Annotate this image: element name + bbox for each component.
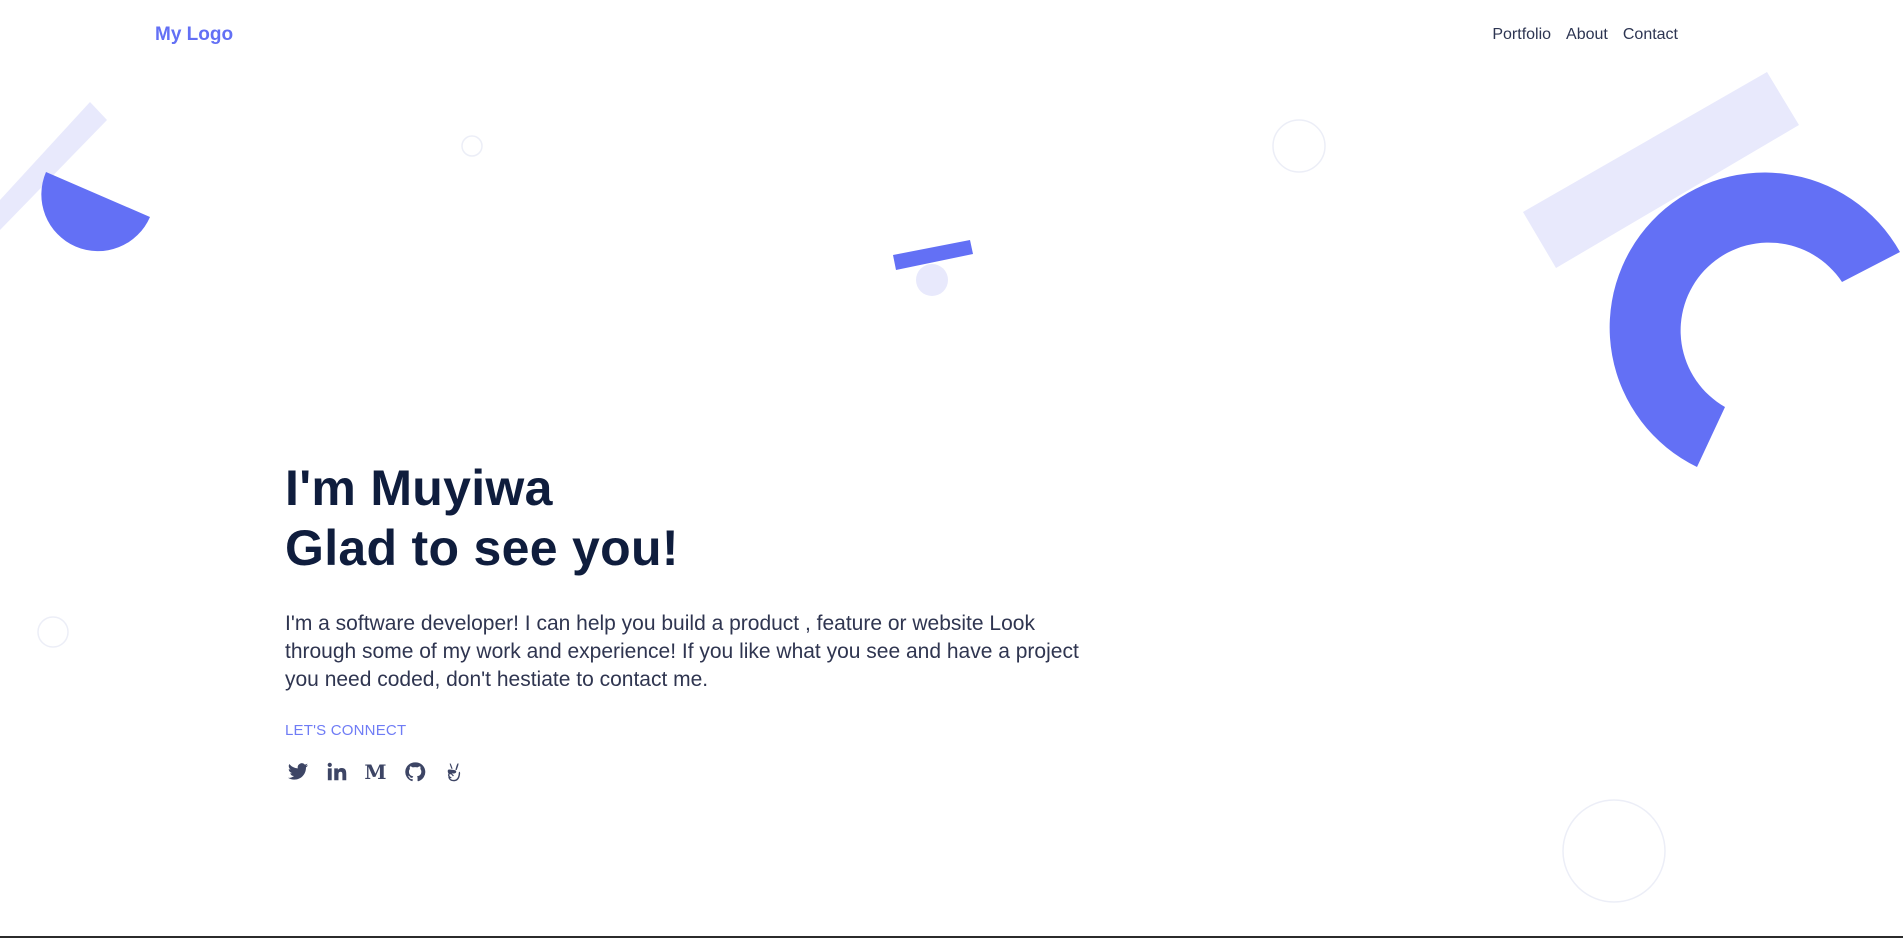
linkedin-link[interactable] xyxy=(324,759,349,784)
deco-small-ring xyxy=(461,135,483,157)
top-nav: My Logo Portfolio About Contact xyxy=(0,0,1903,72)
nav-links: Portfolio About Contact xyxy=(1492,26,1678,44)
nav-link-about[interactable]: About xyxy=(1566,26,1608,44)
deco-ring-bottom xyxy=(1562,799,1666,903)
medium-icon: M xyxy=(364,759,387,784)
medium-link[interactable]: M xyxy=(363,759,388,784)
nav-link-contact[interactable]: Contact xyxy=(1623,26,1678,44)
deco-ring-top xyxy=(1272,119,1326,173)
hero-title: I'm Muyiwa Glad to see you! xyxy=(285,458,1105,578)
github-link[interactable] xyxy=(402,759,427,784)
nav-link-portfolio[interactable]: Portfolio xyxy=(1492,26,1551,44)
angellist-icon xyxy=(447,762,460,781)
angellist-link[interactable] xyxy=(441,759,466,784)
hero-section: I'm Muyiwa Glad to see you! I'm a softwa… xyxy=(285,458,1105,784)
hero-title-line1: I'm Muyiwa xyxy=(285,460,553,516)
deco-ring-left xyxy=(37,616,69,648)
social-links: M xyxy=(285,759,1105,784)
deco-c-arc xyxy=(1609,172,1900,467)
hero-description: I'm a software developer! I can help you… xyxy=(285,612,1079,691)
deco-center-dot xyxy=(916,264,948,296)
github-icon xyxy=(404,761,425,781)
lets-connect-link[interactable]: LET'S CONNECT xyxy=(285,722,1105,739)
twitter-icon xyxy=(287,762,308,780)
linkedin-icon xyxy=(327,762,346,780)
twitter-link[interactable] xyxy=(285,759,310,784)
deco-half-circle xyxy=(41,172,150,252)
hero-title-line2: Glad to see you! xyxy=(285,520,679,576)
logo-link[interactable]: My Logo xyxy=(155,24,233,46)
